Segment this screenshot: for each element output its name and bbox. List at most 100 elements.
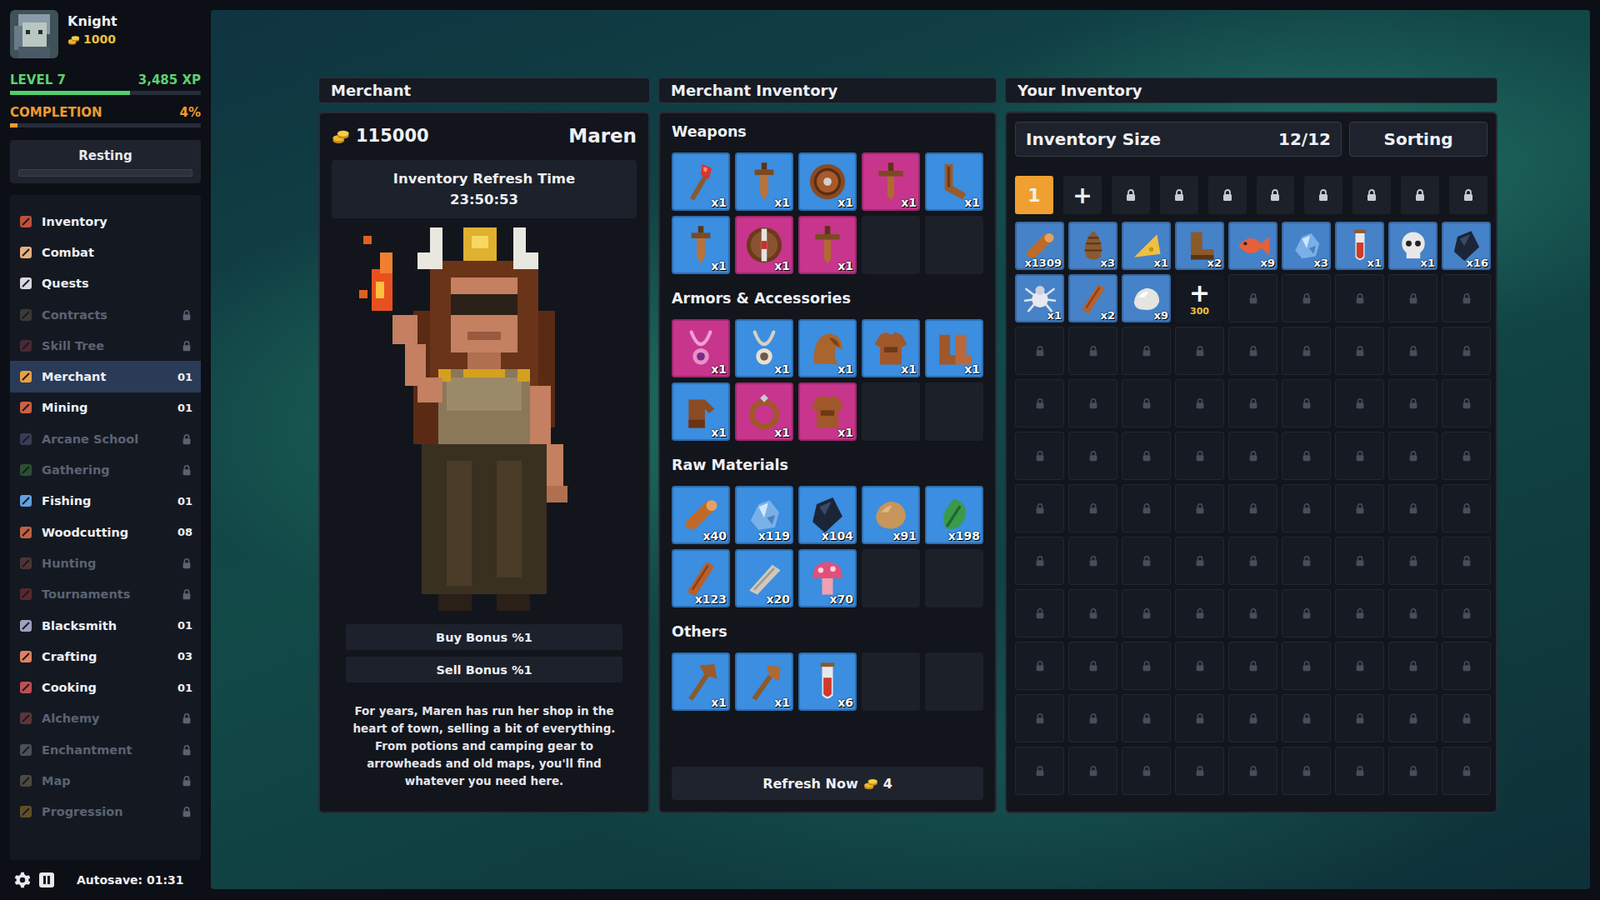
locked-slot xyxy=(1441,379,1491,428)
nav-item[interactable]: Blacksmith 01 xyxy=(10,610,201,641)
nav-item[interactable]: Contracts xyxy=(10,299,201,330)
shop-item[interactable]: x198 xyxy=(925,485,984,545)
lock-icon xyxy=(1407,292,1420,305)
page-tab[interactable]: 1 xyxy=(1015,175,1054,215)
locked-slot xyxy=(1068,326,1118,375)
nav-item[interactable]: Progression xyxy=(10,796,201,828)
inventory-item[interactable]: x1 xyxy=(1388,221,1438,270)
locked-slot xyxy=(1068,641,1118,690)
lock-icon xyxy=(1034,450,1046,462)
inventory-item[interactable]: x1309 xyxy=(1015,221,1065,270)
nav-item[interactable]: Enchantment xyxy=(10,734,201,765)
shop-item[interactable]: x1 xyxy=(925,319,984,378)
inventory-item[interactable]: x9 xyxy=(1121,274,1171,323)
locked-slot xyxy=(1281,641,1331,690)
menu-icon xyxy=(18,525,34,540)
nav-item[interactable]: Fishing 01 xyxy=(10,485,201,517)
shop-item[interactable]: x1 xyxy=(735,382,794,441)
shop-item[interactable]: x6 xyxy=(798,652,857,711)
shop-item[interactable]: x20 xyxy=(735,549,794,608)
shop-item[interactable]: x1 xyxy=(735,652,794,711)
lock-icon xyxy=(1460,660,1473,672)
shop-item[interactable]: x91 xyxy=(861,485,920,545)
shop-item[interactable]: x1 xyxy=(798,215,857,275)
panel-title: Your Inventory xyxy=(1005,77,1498,104)
lock-icon xyxy=(1034,555,1046,567)
sidebar: Knight 1000 LEVEL 73,485 XP COMPLETION4%… xyxy=(0,0,211,900)
nav-item[interactable]: Tournaments xyxy=(10,579,201,610)
locked-slot xyxy=(1068,484,1118,533)
inventory-item[interactable]: x2 xyxy=(1175,221,1225,270)
lock-icon xyxy=(1354,397,1366,410)
shop-item[interactable]: x70 xyxy=(798,549,857,608)
lock-icon xyxy=(1124,188,1138,202)
nav-item[interactable]: Alchemy xyxy=(10,703,201,735)
sidebar-footer: Autosave: 01:31 xyxy=(10,860,201,900)
inventory-item[interactable]: x1 xyxy=(1015,274,1065,323)
nav-item[interactable]: Woodcutting 08 xyxy=(10,516,201,548)
nav-item[interactable]: Crafting 03 xyxy=(10,640,201,672)
nav-item[interactable]: Hunting xyxy=(10,547,201,579)
nav-item[interactable]: Gathering xyxy=(10,454,201,485)
buy-slot-button[interactable]: + 300 xyxy=(1175,274,1225,323)
shop-item[interactable]: x1 xyxy=(861,319,920,378)
shop-item[interactable]: x1 xyxy=(925,152,984,211)
pause-icon[interactable] xyxy=(38,871,55,889)
locked-slot xyxy=(1015,536,1065,585)
nav-item[interactable]: Map xyxy=(10,765,201,796)
nav-item[interactable]: Inventory xyxy=(10,205,201,237)
refresh-button[interactable]: Refresh Now 4 xyxy=(671,766,984,800)
lock-icon xyxy=(1407,712,1420,725)
locked-page-tab xyxy=(1449,175,1488,215)
nav-item[interactable]: Merchant 01 xyxy=(10,360,201,392)
player-name: Knight xyxy=(67,13,118,30)
inventory-item[interactable]: x1 xyxy=(1121,221,1171,270)
inventory-item[interactable]: x1 xyxy=(1335,221,1385,270)
shop-item[interactable]: x1 xyxy=(798,382,857,441)
shop-item[interactable]: x40 xyxy=(671,485,730,545)
lock-icon xyxy=(1354,345,1366,357)
nav-item[interactable]: Skill Tree xyxy=(10,330,201,361)
shop-item[interactable]: x1 xyxy=(735,215,794,275)
shop-item[interactable]: x1 xyxy=(671,382,730,441)
inventory-item[interactable]: x3 xyxy=(1281,221,1331,270)
shop-item[interactable]: x1 xyxy=(735,152,794,211)
add-page-button[interactable]: + xyxy=(1063,175,1102,215)
lock-icon xyxy=(1194,397,1206,410)
shop-item[interactable]: x1 xyxy=(798,319,857,378)
avatar-icon xyxy=(10,10,59,59)
inventory-item[interactable]: x9 xyxy=(1228,221,1278,270)
locked-slot xyxy=(1068,536,1118,585)
shop-item[interactable]: x104 xyxy=(798,485,857,545)
shop-item[interactable]: x1 xyxy=(671,215,730,275)
inventory-item[interactable]: x3 xyxy=(1068,221,1118,270)
inventory-item[interactable]: x16 xyxy=(1441,221,1491,270)
lock-icon xyxy=(1300,712,1313,725)
nav-item[interactable]: Mining 01 xyxy=(10,392,201,424)
player-gold: 1000 xyxy=(67,32,118,46)
shop-item[interactable]: x1 xyxy=(861,152,920,211)
inventory-item[interactable]: x2 xyxy=(1068,274,1118,323)
shop-item[interactable]: x1 xyxy=(671,152,730,211)
shop-item[interactable]: x1 xyxy=(671,652,730,711)
player-inventory-panel: Your Inventory Inventory Size12/12 Sorti… xyxy=(1005,77,1498,814)
gear-icon[interactable] xyxy=(13,870,32,890)
lock-icon xyxy=(1087,765,1100,777)
merchant-inventory-panel: Merchant Inventory Weapons x1 x1 x1 x1 x… xyxy=(658,77,997,814)
locked-slot xyxy=(1015,589,1065,638)
sorting-button[interactable]: Sorting xyxy=(1349,121,1488,157)
shop-item[interactable]: x1 xyxy=(671,319,730,378)
lock-icon xyxy=(1194,450,1206,462)
shop-item[interactable]: x1 xyxy=(798,152,857,211)
locked-slot xyxy=(1121,431,1171,480)
shop-item[interactable]: x123 xyxy=(671,549,730,608)
shop-item[interactable]: x119 xyxy=(735,485,794,545)
shop-item[interactable]: x1 xyxy=(735,319,794,378)
nav-item[interactable]: Cooking 01 xyxy=(10,671,201,703)
nav-item[interactable]: Quests xyxy=(10,268,201,300)
lock-icon xyxy=(1087,345,1100,357)
nav-item[interactable]: Arcane School xyxy=(10,423,201,455)
lock-icon xyxy=(1140,712,1153,725)
nav-item[interactable]: Combat xyxy=(10,236,201,268)
shop-section: Raw Materials x40 x119 x104 x91 x198 x12… xyxy=(671,455,984,608)
